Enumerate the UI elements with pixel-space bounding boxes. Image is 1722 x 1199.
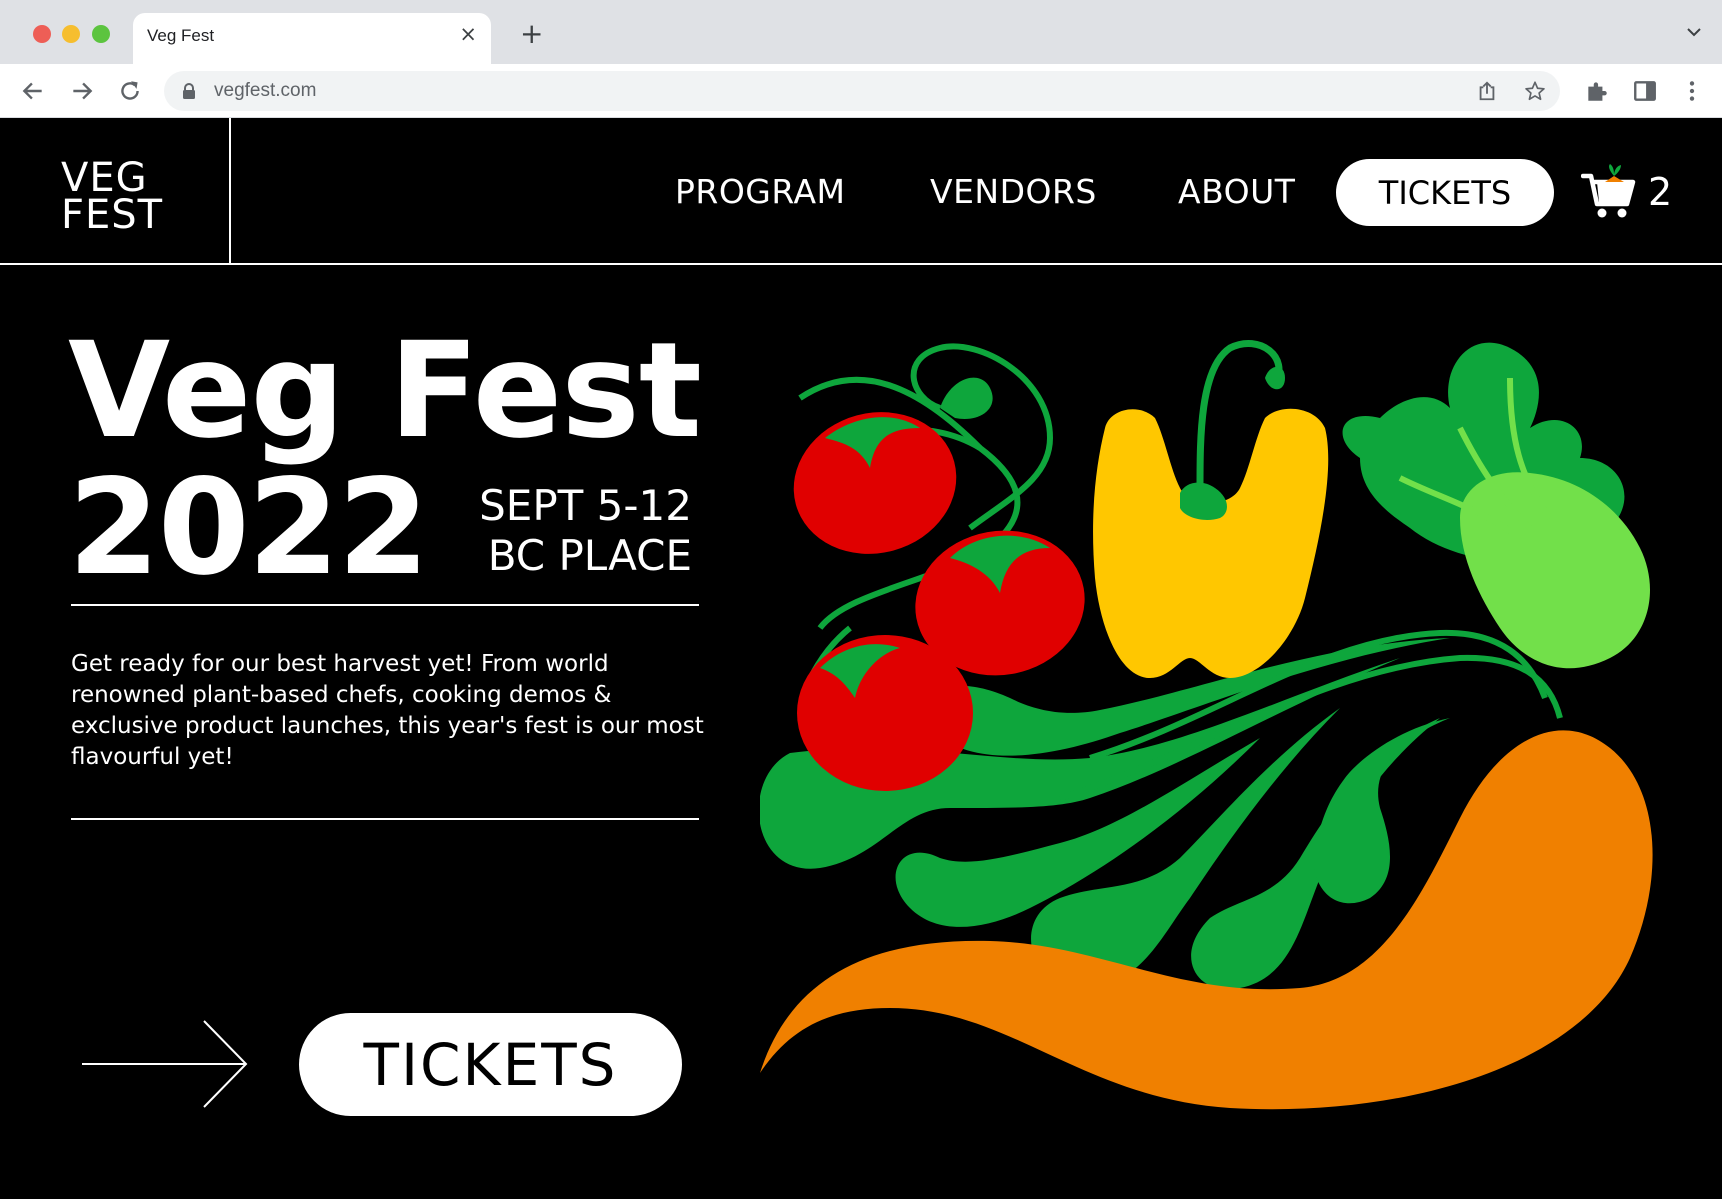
divider [71,818,699,820]
maximize-window-icon[interactable] [92,25,110,43]
hero-title: Veg Fest [68,314,702,468]
hero-description: Get ready for our best harvest yet! From… [71,651,704,770]
sidebar-icon[interactable] [1632,78,1658,104]
tab-close-icon[interactable]: × [459,24,477,45]
hero-tickets-button[interactable]: TICKETS [299,1013,682,1116]
nav-program[interactable]: PROGRAM [675,172,846,211]
browser-toolbar: vegfest.com [0,64,1722,118]
arrow-right-icon [82,1020,248,1108]
close-window-icon[interactable] [33,25,51,43]
reload-icon[interactable] [117,78,143,104]
new-tab-button[interactable]: + [520,20,543,48]
cart-icon[interactable] [1581,162,1641,222]
browser-tab[interactable]: Veg Fest × [133,13,491,64]
minimize-window-icon[interactable] [62,25,80,43]
back-arrow-icon[interactable] [20,78,46,104]
site-header: VEG FEST PROGRAM VENDORS ABOUT TICKETS 2 [0,118,1722,265]
event-dates: SEPT 5-12 [479,481,692,530]
divider [71,604,699,606]
pepper [1093,340,1329,678]
nav-tickets-button[interactable]: TICKETS [1336,159,1554,226]
vegetable-illustration [760,340,1653,1110]
puzzle-icon[interactable] [1584,78,1610,104]
event-venue: BC PLACE [487,531,692,580]
chevron-down-icon[interactable] [1686,26,1702,38]
logo-text-line2: FEST [61,192,164,238]
lock-icon [183,83,195,99]
forward-arrow-icon[interactable] [69,78,95,104]
star-icon[interactable] [1524,80,1546,102]
nav-about[interactable]: ABOUT [1178,172,1295,211]
share-icon[interactable] [1476,80,1498,102]
browser-tab-strip: Veg Fest × + [0,0,1722,64]
site-logo[interactable]: VEG FEST [0,118,231,265]
kebab-menu-icon[interactable] [1679,78,1705,104]
nav-vendors[interactable]: VENDORS [930,172,1097,211]
cart-count: 2 [1648,170,1673,214]
greens [1342,342,1650,669]
tab-title: Veg Fest [147,26,215,45]
hero-year: 2022 [68,451,429,605]
url-text: vegfest.com [214,80,317,101]
address-bar[interactable]: vegfest.com [164,71,1560,111]
